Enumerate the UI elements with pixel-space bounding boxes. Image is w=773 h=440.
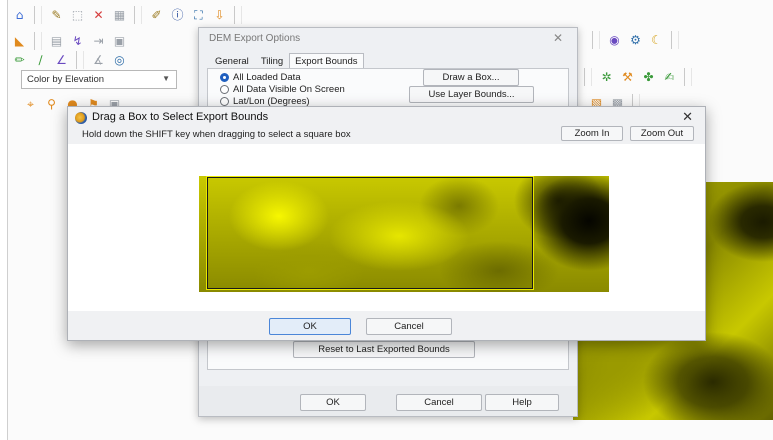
radio-selected-icon: [220, 73, 229, 82]
toolbar-row-2-right: ◉ ⚙ ☾: [590, 27, 681, 53]
use-layer-bounds-button[interactable]: Use Layer Bounds...: [409, 86, 534, 103]
edit-icon[interactable]: ✐: [148, 7, 165, 24]
line-icon[interactable]: ∕: [32, 52, 49, 69]
chevron-down-icon: ▼: [162, 74, 170, 83]
gear-icon[interactable]: ⚙: [627, 32, 644, 49]
radio-all-data-visible[interactable]: All Data Visible On Screen: [220, 84, 345, 95]
dialog-footer: OK Cancel Help: [199, 386, 577, 416]
elevation-preview-image[interactable]: [199, 176, 609, 292]
radio-all-loaded-data[interactable]: All Loaded Data: [220, 72, 301, 83]
info-icon[interactable]: ⓘ: [169, 7, 186, 24]
dialog-footer: OK Cancel: [68, 311, 705, 340]
toolbar-separator: [671, 31, 679, 49]
draw-a-box-button[interactable]: Draw a Box...: [423, 69, 519, 86]
dialog-title: Drag a Box to Select Export Bounds: [92, 111, 269, 123]
delete-icon[interactable]: ✕: [90, 7, 107, 24]
radio-label: All Data Visible On Screen: [233, 84, 345, 95]
toolbar-separator: [76, 51, 84, 69]
plugin-icon[interactable]: ✤: [640, 69, 657, 86]
home-icon[interactable]: ⌂: [11, 7, 28, 24]
selection-box[interactable]: [206, 176, 534, 290]
target-icon[interactable]: ◎: [111, 52, 128, 69]
ok-button[interactable]: OK: [269, 318, 351, 335]
cancel-button[interactable]: Cancel: [396, 394, 482, 411]
pencil-icon[interactable]: ✎: [48, 7, 65, 24]
measure-icon[interactable]: ∠: [53, 52, 70, 69]
toolbar-separator: [134, 6, 142, 24]
close-icon[interactable]: ✕: [553, 31, 563, 45]
color-mode-combo[interactable]: Color by Elevation ▼: [21, 70, 177, 89]
crosshair-icon[interactable]: ⌖: [22, 96, 39, 113]
paint-icon[interactable]: ✍: [661, 69, 678, 86]
reset-bounds-button[interactable]: Reset to Last Exported Bounds: [293, 341, 475, 358]
select-area-icon[interactable]: ⬚: [69, 7, 86, 24]
color-mode-combo-value: Color by Elevation: [27, 74, 105, 85]
toolbar-row-3-right: ✲ ⚒ ✤ ✍: [582, 64, 694, 90]
toolbar-separator: [684, 68, 692, 86]
bounds-canvas[interactable]: [68, 144, 705, 311]
radio-label: All Loaded Data: [233, 72, 301, 83]
marker-icon[interactable]: ⚲: [43, 96, 60, 113]
drag-box-dialog: Drag a Box to Select Export Bounds ✕ Hol…: [67, 106, 706, 341]
cancel-button[interactable]: Cancel: [366, 318, 452, 335]
globe-icon[interactable]: ◉: [606, 32, 623, 49]
export-icon[interactable]: ⇩: [211, 7, 228, 24]
ok-button[interactable]: OK: [300, 394, 366, 411]
toolbar-separator: [592, 31, 600, 49]
toolbar-separator: [34, 6, 42, 24]
moon-icon[interactable]: ☾: [648, 32, 665, 49]
toolbar-separator: [234, 6, 242, 24]
application-window: ⌂ ✎ ⬚ ✕ ▦ ✐ ⓘ ⛶ ⇩ ◣ ▤ ↯ ⇥ ▣ ✏ ∕ ∠ ∡ ◎ Co…: [7, 0, 773, 440]
zoom-out-button[interactable]: Zoom Out: [630, 126, 694, 141]
table-icon[interactable]: ▦: [111, 7, 128, 24]
angle-icon[interactable]: ∡: [90, 52, 107, 69]
tool-icon[interactable]: ⚒: [619, 69, 636, 86]
radio-unselected-icon: [220, 85, 229, 94]
app-logo-icon: [75, 112, 87, 124]
feature-info-icon[interactable]: ⛶: [190, 7, 207, 24]
help-button[interactable]: Help: [485, 394, 559, 411]
digitize-icon[interactable]: ✏: [11, 52, 28, 69]
instruction-text: Hold down the SHIFT key when dragging to…: [82, 129, 351, 140]
toolbar-separator: [584, 68, 592, 86]
zoom-in-button[interactable]: Zoom In: [561, 126, 623, 141]
compass-icon[interactable]: ✲: [598, 69, 615, 86]
dialog-title: DEM Export Options: [209, 33, 301, 44]
toolbar-row-1: ⌂ ✎ ⬚ ✕ ▦ ✐ ⓘ ⛶ ⇩: [11, 2, 244, 28]
close-icon[interactable]: ✕: [682, 109, 693, 125]
radio-unselected-icon: [220, 97, 229, 106]
